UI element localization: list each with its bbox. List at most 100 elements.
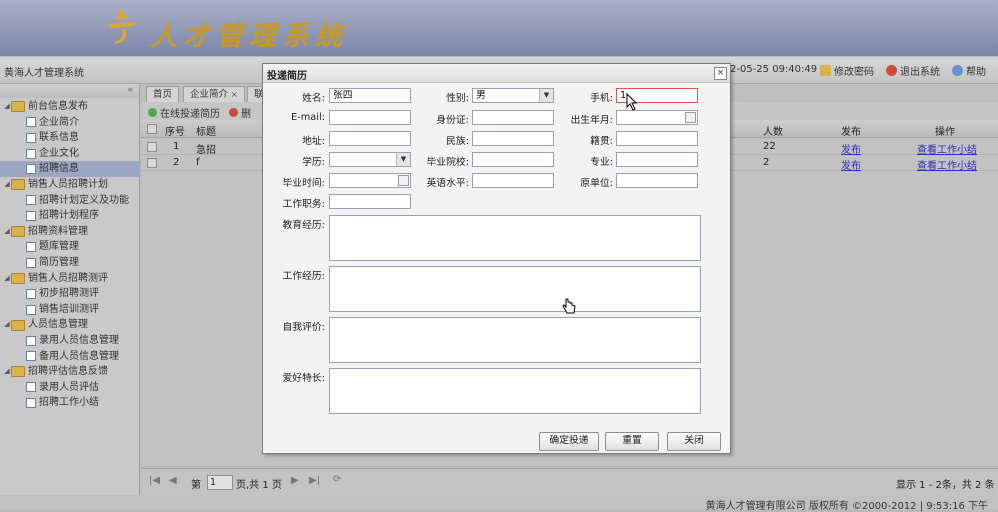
nav-item-label: 销售培训测评 bbox=[39, 303, 99, 315]
page-icon bbox=[26, 132, 36, 143]
self-eval-textarea[interactable] bbox=[329, 317, 701, 363]
next-page-icon[interactable]: ▶ bbox=[291, 475, 299, 486]
collapse-triangle-icon[interactable]: ◢ bbox=[3, 317, 11, 333]
school-field[interactable] bbox=[472, 152, 554, 167]
page-icon bbox=[26, 242, 36, 253]
nav-item[interactable]: 简历管理 bbox=[0, 255, 139, 271]
nav-item[interactable]: 录用人员信息管理 bbox=[0, 333, 139, 349]
page-icon bbox=[26, 148, 36, 159]
nav-item[interactable]: 招聘计划定义及功能 bbox=[0, 193, 139, 209]
label-gender: 性别: bbox=[446, 93, 469, 104]
address-field[interactable] bbox=[329, 131, 411, 146]
label-name: 姓名: bbox=[302, 93, 325, 104]
prev-page-icon[interactable]: ◀ bbox=[169, 475, 177, 486]
help-link[interactable]: 帮助 bbox=[952, 63, 986, 78]
collapse-icon[interactable]: « bbox=[127, 85, 133, 95]
tab-close-icon[interactable]: × bbox=[231, 90, 238, 99]
nav-item[interactable]: 企业文化 bbox=[0, 146, 139, 162]
calendar-icon[interactable] bbox=[398, 175, 409, 186]
close-button[interactable]: 关闭 bbox=[667, 432, 721, 451]
nav-group[interactable]: ◢ 招聘资料管理 bbox=[0, 224, 139, 240]
reset-button[interactable]: 重置 bbox=[605, 432, 659, 451]
nav-item[interactable]: 题库管理 bbox=[0, 239, 139, 255]
first-page-icon[interactable]: |◀ bbox=[149, 475, 160, 486]
nav-item[interactable]: 招聘工作小结 bbox=[0, 395, 139, 411]
hobbies-textarea[interactable] bbox=[329, 368, 701, 414]
english-level-field[interactable] bbox=[472, 173, 554, 188]
collapse-triangle-icon[interactable]: ◢ bbox=[3, 224, 11, 240]
nav-item[interactable]: 企业简介 bbox=[0, 115, 139, 131]
submit-resume-dialog: 投递简历 × 姓名: 张四 性别: 男 ▼ 手机: 1 E-mail: 身份证:… bbox=[262, 63, 731, 454]
row-count: 22 bbox=[763, 141, 776, 152]
row-title: f bbox=[196, 157, 200, 168]
delete-button[interactable]: 删 bbox=[229, 105, 251, 120]
pencil-icon bbox=[820, 65, 831, 76]
tab-home[interactable]: 首页 bbox=[146, 86, 180, 102]
view-summary-link[interactable]: 查看工作小结 bbox=[917, 157, 977, 172]
change-password-link[interactable]: 修改密码 bbox=[820, 63, 874, 78]
row-checkbox[interactable] bbox=[147, 142, 157, 152]
gender-select[interactable]: 男 ▼ bbox=[472, 88, 554, 103]
nav-item[interactable]: 销售培训测评 bbox=[0, 302, 139, 318]
apply-online-button[interactable]: 在线投递简历 bbox=[148, 105, 220, 120]
hand-pointer-icon bbox=[562, 298, 576, 314]
native-place-field[interactable] bbox=[616, 131, 698, 146]
page-icon bbox=[26, 335, 36, 346]
select-all-checkbox[interactable] bbox=[147, 124, 157, 134]
grad-time-field[interactable] bbox=[329, 173, 411, 188]
col-action: 操作 bbox=[935, 127, 955, 138]
label-school: 毕业院校: bbox=[426, 157, 470, 168]
label-address: 地址: bbox=[302, 136, 325, 147]
close-icon[interactable]: × bbox=[714, 67, 727, 80]
publish-link[interactable]: 发布 bbox=[841, 157, 861, 172]
nav-item[interactable]: 初步招聘测评 bbox=[0, 286, 139, 302]
nav-item[interactable]: 招聘信息 bbox=[0, 161, 139, 177]
former-unit-field[interactable] bbox=[616, 173, 698, 188]
tab-company-profile[interactable]: 企业简介 × bbox=[183, 86, 245, 102]
education-select[interactable]: ▼ bbox=[329, 152, 411, 167]
nav-group[interactable]: ◢ 销售人员招聘测评 bbox=[0, 271, 139, 287]
calendar-icon[interactable] bbox=[685, 112, 696, 123]
page-icon bbox=[26, 351, 36, 362]
nav-item[interactable]: 联系信息 bbox=[0, 130, 139, 146]
label-work-history: 工作经历: bbox=[282, 271, 326, 282]
label-email: E-mail: bbox=[290, 112, 325, 123]
submit-resume-button[interactable]: 确定投递 bbox=[539, 432, 599, 451]
col-publish: 发布 bbox=[841, 127, 861, 138]
birth-date-field[interactable] bbox=[616, 110, 698, 125]
collapse-triangle-icon[interactable]: ◢ bbox=[3, 271, 11, 287]
nav-item[interactable]: 录用人员评估 bbox=[0, 380, 139, 396]
email-field[interactable] bbox=[329, 110, 411, 125]
nav-group-label: 人员信息管理 bbox=[28, 319, 88, 331]
collapse-triangle-icon[interactable]: ◢ bbox=[3, 99, 11, 115]
work-history-textarea[interactable] bbox=[329, 266, 701, 312]
dialog-title: 投递简历 bbox=[267, 71, 307, 82]
name-field[interactable]: 张四 bbox=[329, 88, 411, 103]
major-field[interactable] bbox=[616, 152, 698, 167]
refresh-icon[interactable]: ⟳ bbox=[333, 474, 341, 485]
label-native: 籍贯: bbox=[590, 136, 613, 147]
chevron-down-icon[interactable]: ▼ bbox=[396, 153, 410, 166]
nav-group[interactable]: ◢ 前台信息发布 bbox=[0, 99, 139, 115]
nav-group[interactable]: ◢ 人员信息管理 bbox=[0, 317, 139, 333]
collapse-triangle-icon[interactable]: ◢ bbox=[3, 364, 11, 380]
edu-history-textarea[interactable] bbox=[329, 215, 701, 261]
delete-icon bbox=[229, 108, 238, 117]
collapse-triangle-icon[interactable]: ◢ bbox=[3, 177, 11, 193]
nav-item[interactable]: 招聘计划程序 bbox=[0, 208, 139, 224]
idcard-field[interactable] bbox=[472, 110, 554, 125]
datetime-display: 2-05-25 09:40:49 bbox=[730, 64, 818, 75]
nav-item-label: 录用人员评估 bbox=[39, 381, 99, 393]
ethnic-field[interactable] bbox=[472, 131, 554, 146]
nav-group-label: 前台信息发布 bbox=[28, 101, 88, 112]
folder-icon bbox=[11, 101, 25, 113]
page-input[interactable]: 1 bbox=[207, 475, 233, 490]
last-page-icon[interactable]: ▶| bbox=[309, 475, 320, 486]
position-field[interactable] bbox=[329, 194, 411, 209]
nav-item[interactable]: 备用人员信息管理 bbox=[0, 349, 139, 365]
logout-link[interactable]: 退出系统 bbox=[886, 63, 940, 78]
nav-group[interactable]: ◢ 招聘评估信息反馈 bbox=[0, 364, 139, 380]
chevron-down-icon[interactable]: ▼ bbox=[539, 89, 553, 102]
row-checkbox[interactable] bbox=[147, 158, 157, 168]
nav-group[interactable]: ◢ 销售人员招聘计划 bbox=[0, 177, 139, 193]
